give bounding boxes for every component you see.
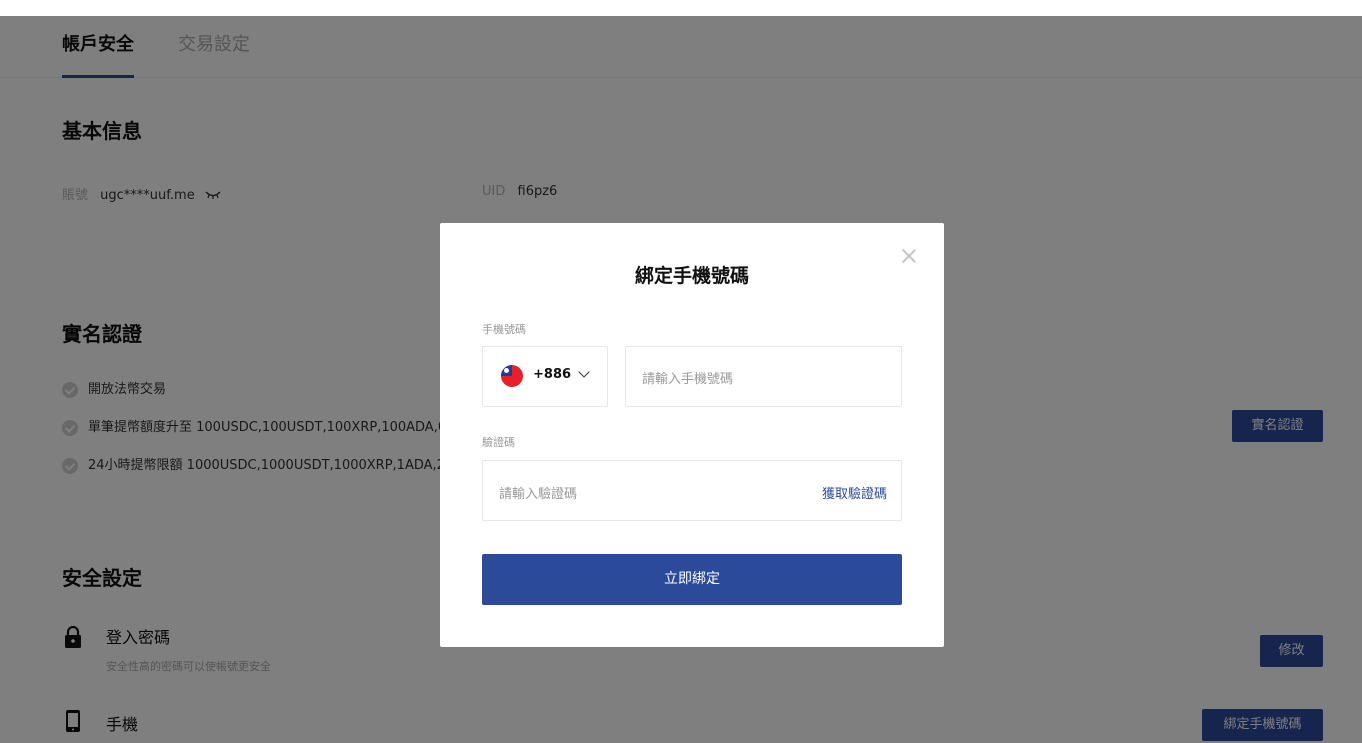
code-placeholder: 請輸入驗證碼	[499, 487, 578, 502]
code-label: 驗證碼	[482, 436, 515, 449]
chevron-down-icon	[578, 366, 590, 378]
country-code-select[interactable]: +886	[482, 346, 608, 407]
taiwan-flag-icon	[501, 365, 523, 387]
country-code: +886	[533, 367, 572, 382]
modal-title: 綁定手機號碼	[634, 265, 749, 287]
close-icon[interactable]	[900, 247, 918, 265]
top-strip	[0, 0, 1362, 16]
phone-input[interactable]: 請輸入手機號碼	[625, 346, 902, 407]
phone-label: 手機號碼	[482, 323, 526, 336]
bind-phone-modal: 綁定手機號碼 手機號碼 +886 請輸入手機號碼 驗證碼 請輸入驗證碼 獲取驗證…	[440, 223, 944, 647]
phone-placeholder: 請輸入手機號碼	[642, 372, 734, 387]
get-code-button[interactable]: 獲取驗證碼	[822, 483, 887, 502]
bind-now-button[interactable]: 立即綁定	[482, 554, 902, 605]
verification-code-input[interactable]: 請輸入驗證碼 獲取驗證碼	[482, 460, 902, 521]
